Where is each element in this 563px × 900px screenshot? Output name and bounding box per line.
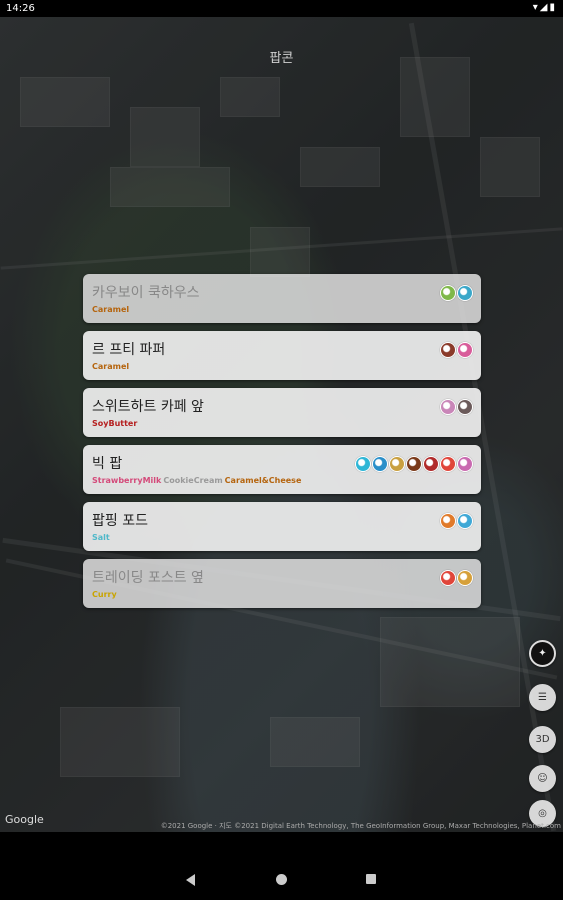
popcorn-bucket-icon bbox=[440, 513, 456, 529]
3d-toggle-button[interactable]: 3D bbox=[529, 726, 556, 753]
location-card[interactable]: 팝핑 포드 Salt bbox=[83, 502, 481, 551]
flavor-tag: Salt bbox=[92, 533, 110, 542]
popcorn-bucket-icon bbox=[457, 513, 473, 529]
popcorn-bucket-icon bbox=[457, 570, 473, 586]
popcorn-bucket-icon bbox=[389, 456, 405, 472]
list-icon: ☰ bbox=[538, 692, 547, 703]
street-view-button[interactable]: ☺ bbox=[529, 765, 556, 792]
location-card[interactable]: 르 프티 파퍼 Caramel bbox=[83, 331, 481, 380]
location-card[interactable]: 빅 팝 StrawberryMilk CookieCream Caramel&Chee… bbox=[83, 445, 481, 494]
flavor-tag: Caramel bbox=[92, 305, 130, 314]
status-bar: 14:26 ▾◢▮ bbox=[0, 0, 563, 17]
map-title: 팝콘 bbox=[269, 51, 294, 66]
location-card[interactable]: 스위트하트 카페 앞 SoyButter bbox=[83, 388, 481, 437]
location-card[interactable]: 트레이딩 포스트 옆 Curry bbox=[83, 559, 481, 608]
flavor-tags: Salt bbox=[92, 533, 112, 542]
flavor-tag: StrawberryMilk bbox=[92, 476, 162, 485]
flavor-tag: CookieCream bbox=[163, 476, 223, 485]
bucket-icons bbox=[439, 513, 473, 529]
popcorn-bucket-icon bbox=[423, 456, 439, 472]
flavor-tag: Caramel&Cheese bbox=[224, 476, 302, 485]
flavor-tags: Caramel bbox=[92, 362, 131, 371]
map-attribution: ©2021 Google · 지도 ©2021 Digital Earth Te… bbox=[160, 822, 561, 830]
location-name: 빅 팝 bbox=[92, 456, 123, 472]
location-name: 카우보이 쿡하우스 bbox=[92, 285, 200, 301]
location-name: 트레이딩 포스트 옆 bbox=[92, 570, 204, 586]
recents-icon[interactable] bbox=[366, 874, 376, 884]
popcorn-bucket-icon bbox=[457, 399, 473, 415]
flavor-tags: Curry bbox=[92, 590, 119, 599]
popcorn-bucket-icon bbox=[355, 456, 371, 472]
pegman-icon: ☺ bbox=[537, 773, 548, 784]
flavor-tags: Caramel bbox=[92, 305, 131, 314]
compass-icon: ✦ bbox=[538, 648, 547, 659]
flavor-tag: Caramel bbox=[92, 362, 130, 371]
compass-button[interactable]: ✦ bbox=[529, 640, 556, 667]
popcorn-bucket-icon bbox=[440, 570, 456, 586]
flavor-tags: SoyButter bbox=[92, 419, 139, 428]
home-icon[interactable] bbox=[276, 874, 287, 885]
bucket-icons bbox=[439, 399, 473, 415]
location-name: 스위트하트 카페 앞 bbox=[92, 399, 204, 415]
bucket-icons bbox=[439, 342, 473, 358]
back-icon[interactable] bbox=[186, 874, 195, 886]
location-list: 카우보이 쿡하우스 Caramel 르 프티 파퍼 Caramel 스위트하트 카페 앞… bbox=[83, 274, 481, 616]
popcorn-bucket-icon bbox=[440, 399, 456, 415]
locate-icon: ◎ bbox=[538, 808, 547, 819]
location-card[interactable]: 카우보이 쿡하우스 Caramel bbox=[83, 274, 481, 323]
location-name: 팝핑 포드 bbox=[92, 513, 148, 529]
flavor-tags: StrawberryMilk CookieCream Caramel&Cheese bbox=[92, 476, 303, 485]
popcorn-bucket-icon bbox=[457, 285, 473, 301]
popcorn-bucket-icon bbox=[440, 285, 456, 301]
popcorn-bucket-icon bbox=[440, 342, 456, 358]
popcorn-bucket-icon bbox=[457, 456, 473, 472]
popcorn-bucket-icon bbox=[372, 456, 388, 472]
flavor-tag: Curry bbox=[92, 590, 117, 599]
status-time: 14:26 bbox=[6, 3, 35, 14]
list-toggle-button[interactable]: ☰ bbox=[529, 684, 556, 711]
bucket-icons bbox=[439, 285, 473, 301]
popcorn-bucket-icon bbox=[440, 456, 456, 472]
location-name: 르 프티 파퍼 bbox=[92, 342, 166, 358]
popcorn-bucket-icon bbox=[457, 342, 473, 358]
google-logo: Google bbox=[5, 813, 44, 826]
popcorn-bucket-icon bbox=[406, 456, 422, 472]
flavor-tag: SoyButter bbox=[92, 419, 138, 428]
system-status-icons: ▾◢▮ bbox=[532, 2, 557, 13]
navigation-bar bbox=[0, 832, 563, 900]
bucket-icons bbox=[354, 456, 473, 472]
bucket-icons bbox=[439, 570, 473, 586]
